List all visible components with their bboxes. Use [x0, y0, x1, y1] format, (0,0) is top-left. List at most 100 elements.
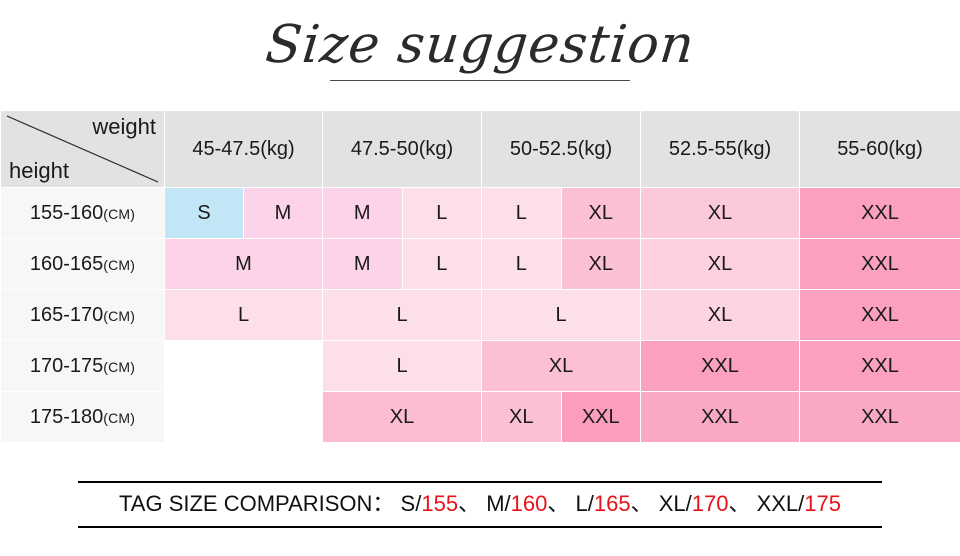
column-header-weight-4: 52.5-55(kg): [640, 110, 800, 188]
row-header-height-5: 175-180(CM): [0, 391, 165, 443]
size-cell-r4-c4: XXL: [640, 340, 800, 392]
row-header-range: 170-175: [29, 354, 104, 377]
size-value: XXL: [861, 252, 899, 275]
footer-size-code: XXL/: [756, 491, 805, 516]
size-value: XL: [707, 201, 733, 224]
size-cell-split-r1-c2: ML: [322, 187, 482, 239]
table-body: 155-160(CM) S M M L L XL XL XXL 160-165(CM) M M L L XL…: [0, 187, 960, 443]
row-header-unit: (CM): [103, 256, 136, 273]
size-cell-r5-c2: XL: [322, 391, 482, 443]
row-header-range: 160-165: [29, 252, 104, 275]
corner-weight-label: weight: [92, 114, 156, 139]
size-table-container: weight height 45-47.5(kg) 47.5-50(kg) 50…: [0, 110, 960, 443]
size-value: XL: [482, 392, 562, 442]
size-value: L: [555, 303, 567, 326]
page-title-block: Size suggestion: [0, 0, 960, 81]
size-value: XXL: [561, 392, 640, 442]
footer-separator: 、: [728, 491, 757, 516]
size-value: L: [396, 303, 408, 326]
row-header-height-1: 155-160(CM): [0, 187, 165, 239]
size-cell-r3-c3: L: [481, 289, 641, 341]
size-cell-split-r2-c2: ML: [322, 238, 482, 290]
footer-size-number: 175: [804, 491, 841, 516]
size-value: XL: [707, 252, 733, 275]
size-cell-r3-c5: XXL: [799, 289, 960, 341]
size-value: M: [323, 239, 403, 289]
size-cell-split-r1-c3: L XL: [481, 187, 641, 239]
row-header-unit: (CM): [103, 358, 136, 375]
column-header-weight-5: 55-60(kg): [799, 110, 960, 188]
footer-size-code: XL/: [658, 491, 692, 516]
size-cell-split-r1-c1: SM: [164, 187, 323, 239]
size-cell-r4-c5: XXL: [799, 340, 960, 392]
size-cell-r5-c4: XXL: [640, 391, 800, 443]
size-value: L: [402, 188, 481, 238]
footer-separator: 、: [630, 491, 659, 516]
table-row: 165-170(CM) L L L XL XXL: [0, 289, 960, 341]
size-value: M: [244, 188, 322, 238]
size-value: XXL: [701, 354, 739, 377]
size-cell-r2-c4: XL: [640, 238, 800, 290]
size-value: XL: [707, 303, 733, 326]
size-value: L: [482, 239, 562, 289]
size-value: XL: [389, 405, 415, 428]
footer-size-code: S/: [400, 491, 422, 516]
size-value: XXL: [861, 201, 899, 224]
size-value: L: [396, 354, 408, 377]
page-title: Size suggestion: [262, 15, 698, 75]
table-row: 155-160(CM) S M M L L XL XL XXL: [0, 187, 960, 239]
row-header-unit: (CM): [103, 409, 136, 426]
footer-size-number: 160: [510, 491, 548, 516]
row-header-height-4: 170-175(CM): [0, 340, 165, 392]
column-header-weight-3: 50-52.5(kg): [481, 110, 641, 188]
size-value: L: [402, 239, 481, 289]
size-cell-r3-c4: XL: [640, 289, 800, 341]
size-value: XL: [561, 188, 640, 238]
size-value: S: [165, 188, 244, 238]
corner-height-label: height: [9, 158, 69, 183]
size-value: XL: [561, 239, 640, 289]
size-cell-split-r2-c3: L XL: [481, 238, 641, 290]
size-cell-r4-c1: [164, 340, 323, 392]
row-header-unit: (CM): [103, 205, 136, 222]
size-value: XXL: [861, 405, 899, 428]
size-value: XXL: [701, 405, 739, 428]
title-underline: [330, 80, 630, 81]
table-row: 170-175(CM) L XL XXL XXL: [0, 340, 960, 392]
row-header-height-2: 160-165(CM): [0, 238, 165, 290]
tag-size-comparison-text: TAG SIZE COMPARISON： S/155、 M/160、 L/165…: [78, 489, 882, 519]
size-value: XXL: [861, 303, 899, 326]
footer-size-code: L/: [575, 491, 594, 516]
row-header-range: 175-180: [29, 405, 104, 428]
table-row: 160-165(CM) M M L L XL XL XXL: [0, 238, 960, 290]
tag-size-comparison-footer: TAG SIZE COMPARISON： S/155、 M/160、 L/165…: [78, 481, 882, 528]
size-cell-r3-c2: L: [322, 289, 482, 341]
size-value: M: [323, 188, 403, 238]
size-value: L: [482, 188, 562, 238]
column-header-weight-1: 45-47.5(kg): [164, 110, 323, 188]
size-cell-r1-c5: XXL: [799, 187, 960, 239]
size-value: L: [237, 303, 250, 326]
table-header: weight height 45-47.5(kg) 47.5-50(kg) 50…: [0, 110, 960, 188]
size-suggestion-table: weight height 45-47.5(kg) 47.5-50(kg) 50…: [0, 110, 960, 443]
header-row: weight height 45-47.5(kg) 47.5-50(kg) 50…: [0, 110, 960, 188]
column-header-weight-2: 47.5-50(kg): [322, 110, 482, 188]
size-cell-r4-c2: L: [322, 340, 482, 392]
footer-size-number: 155: [421, 491, 459, 516]
corner-header-cell: weight height: [0, 110, 165, 188]
size-cell-r4-c3: XL: [481, 340, 641, 392]
size-cell-r5-c1: [164, 391, 323, 443]
size-cell-r3-c1: L: [164, 289, 323, 341]
row-header-range: 165-170: [29, 303, 104, 326]
size-cell-r2-c1: M: [164, 238, 323, 290]
footer-size-code: M/: [486, 491, 511, 516]
footer-label: TAG SIZE COMPARISON：: [119, 491, 401, 516]
size-value: M: [235, 252, 252, 275]
row-header-unit: (CM): [103, 307, 136, 324]
size-value: XL: [548, 354, 574, 377]
footer-separator: 、: [458, 491, 487, 516]
row-header-range: 155-160: [29, 201, 104, 224]
row-header-height-3: 165-170(CM): [0, 289, 165, 341]
size-cell-split-r5-c3: XL XXL: [481, 391, 641, 443]
size-cell-r1-c4: XL: [640, 187, 800, 239]
